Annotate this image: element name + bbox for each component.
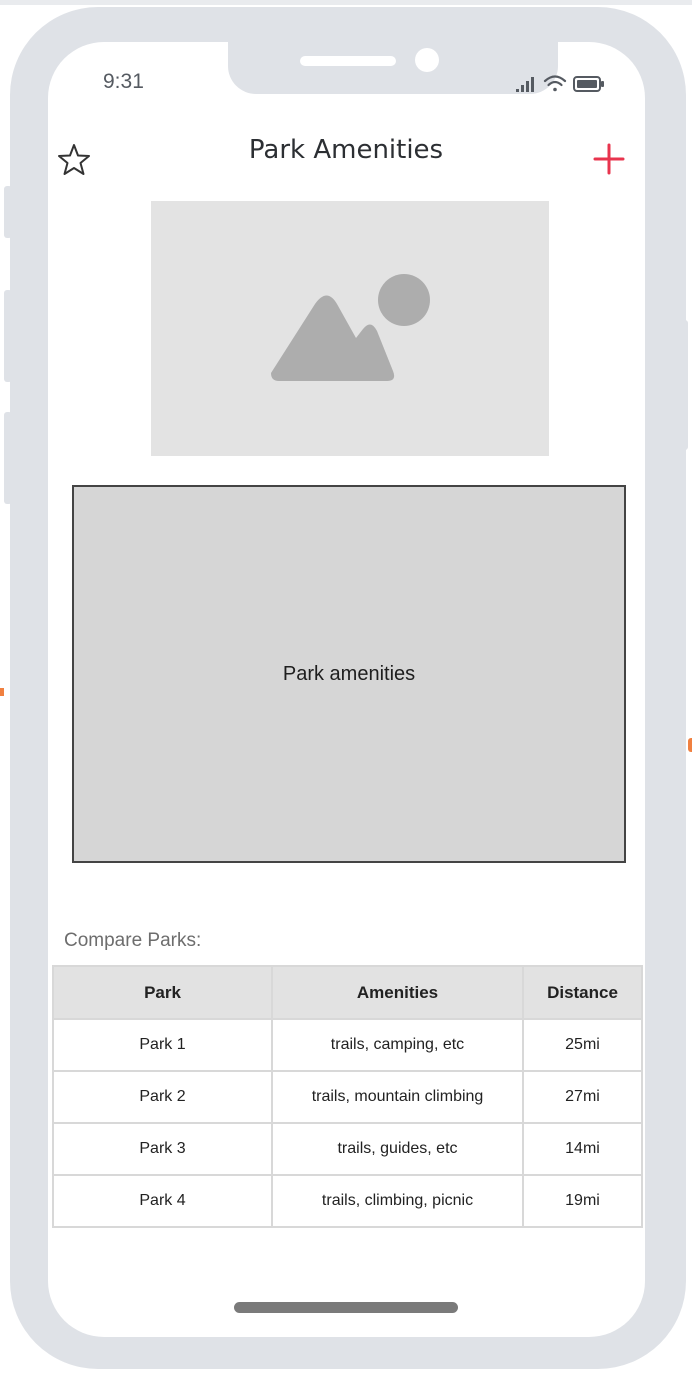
compare-parks-table: Park Amenities Distance Park 1 trails, c… bbox=[52, 965, 643, 1228]
amenities-panel-label: Park amenities bbox=[282, 662, 416, 685]
home-indicator[interactable] bbox=[234, 1302, 458, 1313]
amenities-panel: Park amenities bbox=[72, 485, 626, 863]
top-strip bbox=[0, 0, 692, 5]
add-button[interactable] bbox=[590, 140, 628, 178]
distance-cell: 19mi bbox=[522, 1174, 643, 1228]
table-row[interactable]: Park 1 trails, camping, etc 25mi bbox=[52, 1018, 643, 1072]
hero-image-placeholder bbox=[151, 201, 549, 456]
table-header-row: Park Amenities Distance bbox=[52, 965, 643, 1020]
table-row[interactable]: Park 2 trails, mountain climbing 27mi bbox=[52, 1070, 643, 1124]
edge-marker-right bbox=[688, 738, 692, 752]
signal-icon bbox=[516, 77, 534, 92]
distance-cell: 27mi bbox=[522, 1070, 643, 1124]
image-placeholder-icon bbox=[271, 274, 430, 381]
notch bbox=[228, 42, 558, 94]
speaker bbox=[300, 56, 396, 66]
compare-parks-label: Compare Parks: bbox=[64, 930, 202, 951]
table-row[interactable]: Park 3 trails, guides, etc 14mi bbox=[52, 1122, 643, 1176]
plus-icon bbox=[593, 143, 625, 175]
park-cell: Park 2 bbox=[52, 1070, 273, 1124]
distance-cell: 14mi bbox=[522, 1122, 643, 1176]
column-header-amenities: Amenities bbox=[271, 965, 524, 1020]
amenities-cell: trails, camping, etc bbox=[271, 1018, 524, 1072]
park-cell: Park 4 bbox=[52, 1174, 273, 1228]
park-cell: Park 1 bbox=[52, 1018, 273, 1072]
amenities-cell: trails, climbing, picnic bbox=[271, 1174, 524, 1228]
status-time: 9:31 bbox=[103, 70, 144, 93]
status-icons bbox=[512, 72, 622, 96]
wifi-icon bbox=[543, 75, 567, 92]
amenities-cell: trails, guides, etc bbox=[271, 1122, 524, 1176]
table-row[interactable]: Park 4 trails, climbing, picnic 19mi bbox=[52, 1174, 643, 1228]
distance-cell: 25mi bbox=[522, 1018, 643, 1072]
amenities-cell: trails, mountain climbing bbox=[271, 1070, 524, 1124]
page-title: Park Amenities bbox=[248, 135, 444, 165]
park-cell: Park 3 bbox=[52, 1122, 273, 1176]
front-camera bbox=[415, 48, 439, 72]
edge-marker-left bbox=[0, 688, 4, 696]
battery-icon bbox=[573, 76, 604, 92]
column-header-park: Park bbox=[52, 965, 273, 1020]
column-header-distance: Distance bbox=[522, 965, 643, 1020]
